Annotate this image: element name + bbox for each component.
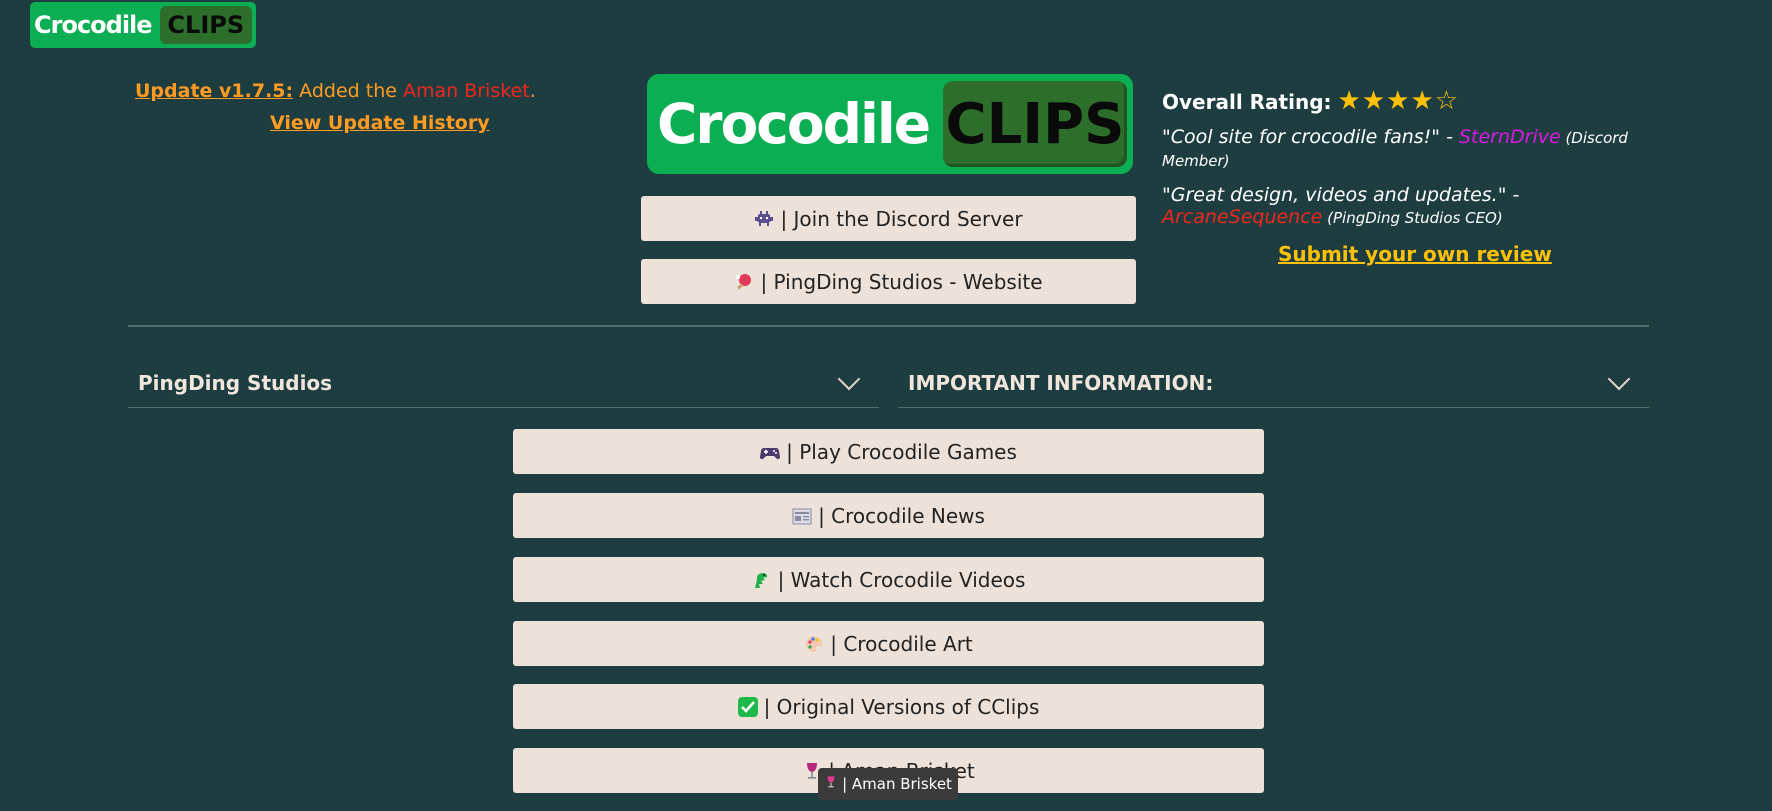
menu-label: | Play Crocodile Games — [786, 439, 1017, 464]
review-quote: "Great design, videos and updates." - — [1162, 184, 1520, 206]
chevron-down-icon — [837, 367, 861, 390]
divider — [128, 325, 1649, 327]
update-item: Aman Brisket — [402, 80, 530, 102]
rating-stars: ★★★★☆ — [1337, 86, 1460, 116]
ping-pong-icon — [734, 272, 754, 292]
section-title: PingDing Studios — [138, 370, 333, 395]
menu-label: | Crocodile Art — [830, 631, 973, 656]
update-period: . — [529, 80, 536, 102]
update-version-link[interactable]: Update v1.7.5: — [135, 80, 293, 102]
reviewer-name: ArcaneSequence — [1162, 206, 1323, 228]
tooltip: | Aman Brisket — [818, 768, 958, 800]
newspaper-icon — [792, 506, 812, 526]
crocodile-art-button[interactable]: | Crocodile Art — [513, 621, 1264, 666]
check-mark-icon — [737, 696, 758, 717]
logo-large-word: Crocodile — [657, 92, 931, 156]
overall-rating: Overall Rating: ★★★★☆ — [1162, 86, 1459, 116]
join-discord-button[interactable]: | Join the Discord Server — [641, 196, 1136, 241]
view-update-history-link[interactable]: View Update History — [270, 112, 490, 134]
pingding-website-label: | PingDing Studios - Website — [760, 269, 1043, 294]
alien-icon — [754, 209, 774, 229]
tooltip-label: | Aman Brisket — [842, 775, 952, 793]
logo-large-clips: CLIPS — [943, 81, 1127, 167]
menu-label: | Watch Crocodile Videos — [777, 567, 1026, 592]
wine-glass-icon — [824, 775, 838, 793]
submit-review-link[interactable]: Submit your own review — [1278, 242, 1552, 266]
original-versions-button[interactable]: | Original Versions of CClips — [513, 684, 1264, 729]
logo-clips: CLIPS — [159, 6, 252, 44]
chevron-down-icon — [1607, 367, 1631, 390]
section-important-information[interactable]: IMPORTANT INFORMATION: — [898, 358, 1649, 408]
review-quote: "Cool site for crocodile fans!" - — [1162, 126, 1459, 148]
site-logo-small[interactable]: Crocodile CLIPS — [30, 2, 256, 48]
update-text: Added the — [293, 80, 403, 102]
reviewer-role: (PingDing Studios CEO) — [1322, 209, 1503, 227]
site-logo-large: Crocodile CLIPS — [647, 74, 1133, 174]
menu-label: | Original Versions of CClips — [763, 694, 1040, 719]
join-discord-label: | Join the Discord Server — [780, 206, 1023, 231]
update-notice: Update v1.7.5: Added the Aman Brisket. — [135, 80, 536, 102]
section-title: IMPORTANT INFORMATION: — [908, 370, 1214, 395]
review-2: "Great design, videos and updates." - Ar… — [1162, 184, 1642, 229]
crocodile-icon — [752, 570, 772, 590]
pingding-website-button[interactable]: | PingDing Studios - Website — [641, 259, 1136, 304]
menu-label: | Crocodile News — [818, 503, 985, 528]
crocodile-news-button[interactable]: | Crocodile News — [513, 493, 1264, 538]
section-pingding-studios[interactable]: PingDing Studios — [128, 358, 879, 408]
palette-icon — [804, 634, 824, 654]
logo-word: Crocodile — [34, 11, 153, 39]
play-crocodile-games-button[interactable]: | Play Crocodile Games — [513, 429, 1264, 474]
rating-label: Overall Rating: — [1162, 90, 1332, 114]
watch-crocodile-videos-button[interactable]: | Watch Crocodile Videos — [513, 557, 1264, 602]
game-controller-icon — [760, 442, 781, 462]
review-1: "Cool site for crocodile fans!" - SternD… — [1162, 126, 1642, 172]
reviewer-name: SternDrive — [1458, 126, 1561, 148]
